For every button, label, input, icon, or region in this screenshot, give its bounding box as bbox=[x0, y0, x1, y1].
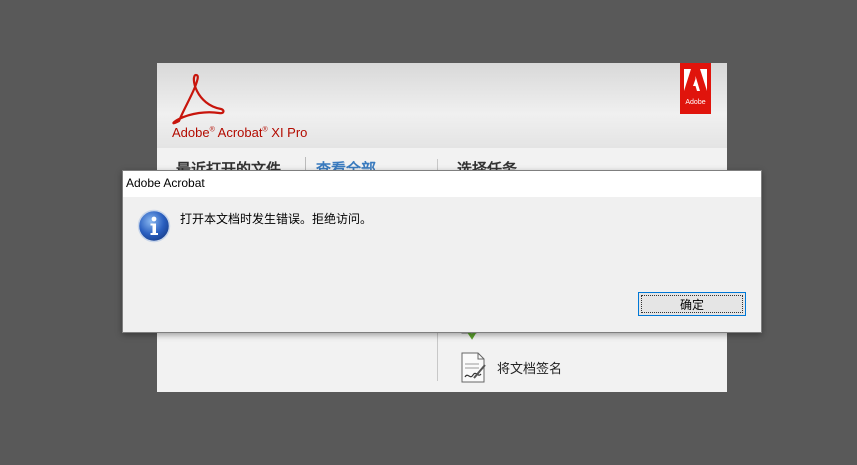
sign-document-icon[interactable] bbox=[460, 352, 487, 383]
dialog-message: 打开本文档时发生错误。拒绝访问。 bbox=[180, 212, 373, 226]
info-icon bbox=[137, 209, 171, 243]
dialog-titlebar[interactable]: Adobe Acrobat bbox=[123, 171, 761, 197]
adobe-badge-text: Adobe bbox=[685, 99, 706, 106]
error-dialog: Adobe Acrobat 打开本文档时发生错误。拒绝访问。 确定 bbox=[122, 170, 762, 333]
product-name: Adobe® Acrobat® XI Pro bbox=[172, 125, 308, 140]
acrobat-logo-icon bbox=[172, 73, 225, 125]
dialog-title: Adobe Acrobat bbox=[126, 176, 205, 190]
welcome-header: Adobe® Acrobat® XI Pro Adobe bbox=[157, 63, 727, 148]
adobe-a-icon bbox=[684, 69, 707, 91]
focus-ring bbox=[641, 295, 743, 313]
ok-button[interactable]: 确定 bbox=[638, 292, 746, 316]
adobe-badge: Adobe bbox=[680, 63, 711, 114]
task-sign-document[interactable]: 将文档签名 bbox=[497, 358, 562, 377]
